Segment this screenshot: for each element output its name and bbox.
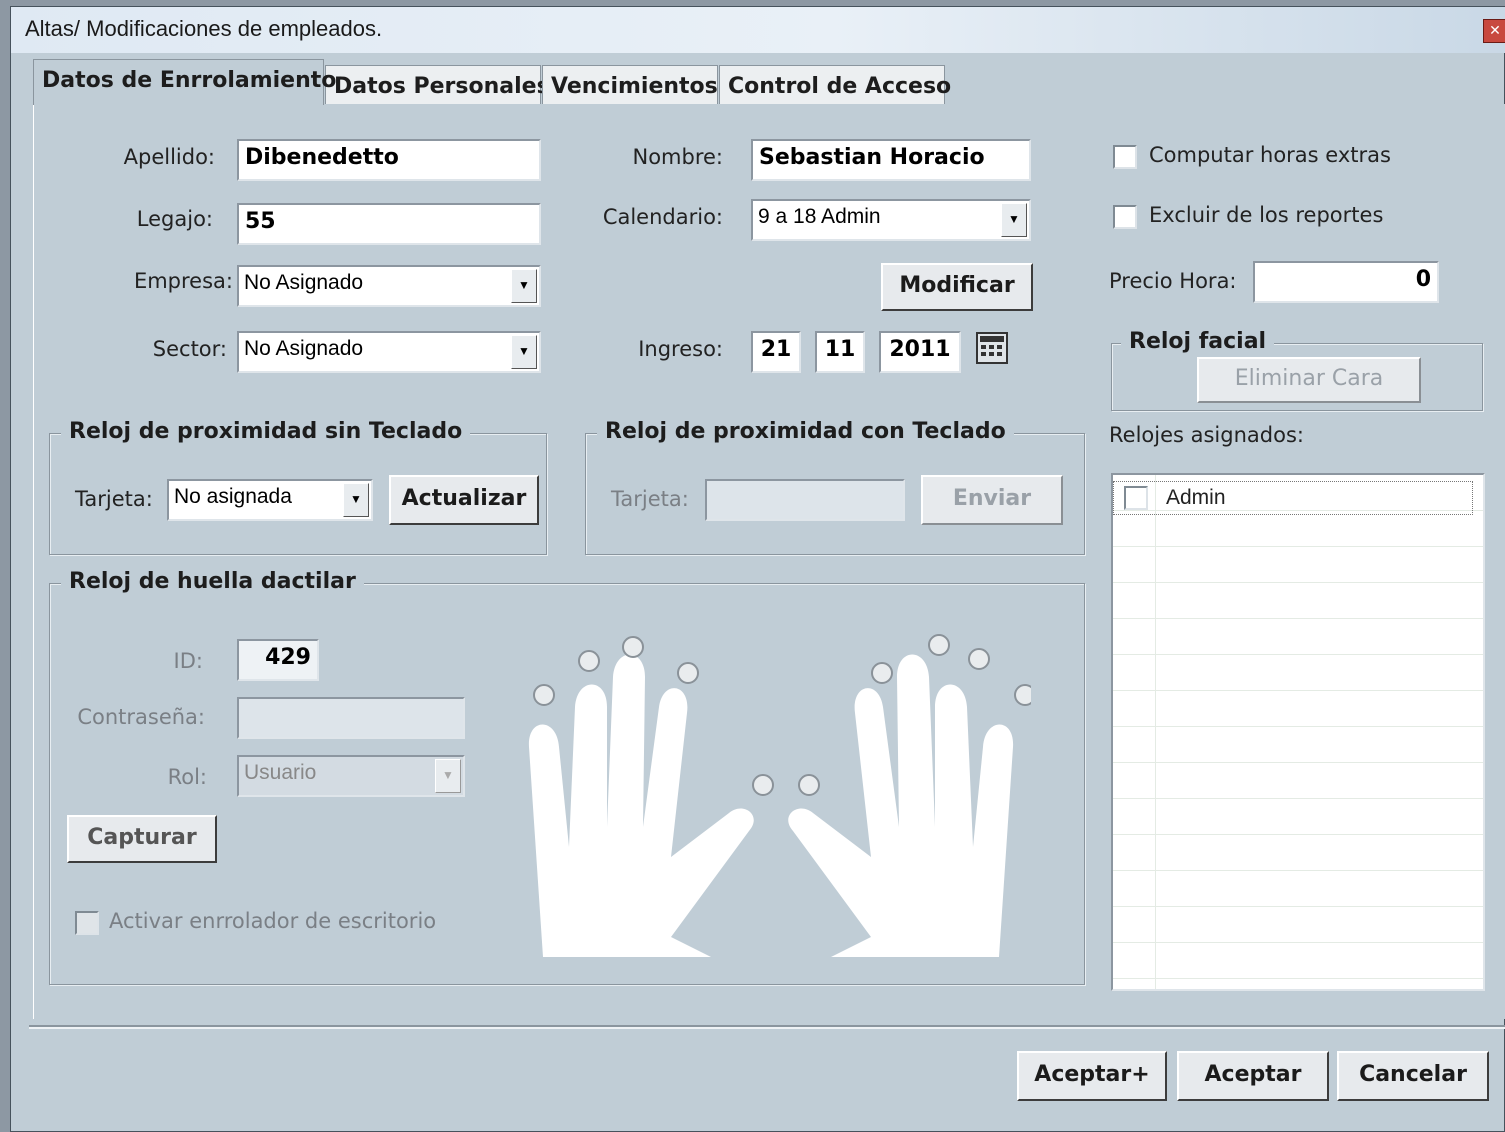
prox-sin-teclado-title: Reloj de proximidad sin Teclado <box>61 419 471 444</box>
ingreso-label: Ingreso: <box>638 337 723 361</box>
apellido-input[interactable]: Dibenedetto <box>237 139 541 181</box>
hands-diagram-icon <box>528 634 1031 957</box>
finger-left-ring[interactable] <box>578 650 600 672</box>
computar-horas-checkbox[interactable] <box>1113 145 1137 169</box>
excluir-reportes-checkbox[interactable] <box>1113 205 1137 229</box>
modificar-button[interactable]: Modificar <box>881 263 1033 311</box>
aceptar-button[interactable]: Aceptar <box>1177 1051 1329 1101</box>
huella-password-input[interactable] <box>237 697 465 739</box>
huella-rol-value: Usuario <box>244 761 317 784</box>
empresa-select[interactable]: No Asignado ▼ <box>237 265 541 307</box>
huella-rol-label: Rol: <box>167 765 207 789</box>
aceptar-plus-button[interactable]: Aceptar+ <box>1017 1051 1167 1101</box>
calendario-value: 9 a 18 Admin <box>758 205 881 228</box>
tab-datos-enrrolamiento[interactable]: Datos de Enrrolamiento <box>33 59 336 105</box>
finger-right-ring[interactable] <box>968 648 990 670</box>
huella-rol-select[interactable]: Usuario ▼ <box>237 755 465 797</box>
computar-horas-label: Computar horas extras <box>1149 143 1391 167</box>
prox-con-tarjeta-label: Tarjeta: <box>611 487 689 511</box>
eliminar-cara-button[interactable]: Eliminar Cara <box>1197 357 1421 403</box>
ingreso-day-input[interactable]: 21 <box>751 331 801 373</box>
list-column-divider <box>1155 475 1156 989</box>
sector-label: Sector: <box>152 337 227 361</box>
capturar-button[interactable]: Capturar <box>67 815 217 863</box>
tab-control-de-acceso[interactable]: Control de Acceso <box>719 65 951 105</box>
actualizar-button[interactable]: Actualizar <box>389 475 539 525</box>
legajo-input[interactable]: 55 <box>237 203 541 245</box>
chevron-down-icon[interactable]: ▼ <box>511 269 537 303</box>
tab-datos-personales[interactable]: Datos Personales <box>325 65 550 105</box>
sector-select[interactable]: No Asignado ▼ <box>237 331 541 373</box>
reloj-facial-title: Reloj facial <box>1121 329 1275 354</box>
chevron-down-icon[interactable]: ▼ <box>343 483 369 517</box>
nombre-input[interactable]: Sebastian Horacio <box>751 139 1031 181</box>
relojes-asignados-label: Relojes asignados: <box>1109 423 1304 447</box>
excluir-reportes-label: Excluir de los reportes <box>1149 203 1384 227</box>
left-hand-icon <box>528 654 754 957</box>
cancelar-button[interactable]: Cancelar <box>1337 1051 1489 1101</box>
chevron-down-icon[interactable]: ▼ <box>511 335 537 369</box>
ingreso-year-input[interactable]: 2011 <box>879 331 961 373</box>
finger-left-index[interactable] <box>677 662 699 684</box>
empresa-label: Empresa: <box>133 269 233 293</box>
relojes-list[interactable]: Admin <box>1111 473 1485 991</box>
precio-hora-input[interactable]: 0 <box>1253 261 1439 303</box>
legajo-label: Legajo: <box>136 207 213 231</box>
ingreso-month-input[interactable]: 11 <box>815 331 865 373</box>
nombre-label: Nombre: <box>632 145 723 169</box>
activar-enrrolador-label: Activar enrrolador de escritorio <box>109 909 437 933</box>
reloj-admin-label: Admin <box>1166 486 1226 509</box>
chevron-down-icon[interactable]: ▼ <box>1001 203 1027 237</box>
prox-sin-tarjeta-label: Tarjeta: <box>75 487 153 511</box>
precio-hora-label: Precio Hora: <box>1109 269 1237 293</box>
finger-left-thumb[interactable] <box>752 774 774 796</box>
window-title: Altas/ Modificaciones de empleados. <box>25 16 383 41</box>
list-item[interactable]: Admin <box>1113 481 1473 515</box>
finger-left-pinky[interactable] <box>533 684 555 706</box>
title-bar: Altas/ Modificaciones de empleados. ✕ <box>11 7 1505 53</box>
prox-sin-tarjeta-select[interactable]: No asignada ▼ <box>167 479 373 521</box>
finger-left-middle[interactable] <box>622 636 644 658</box>
apellido-label: Apellido: <box>123 145 215 169</box>
prox-sin-tarjeta-value: No asignada <box>174 485 292 508</box>
huella-password-label: Contraseña: <box>77 705 205 729</box>
enviar-button[interactable]: Enviar <box>921 475 1063 525</box>
employee-dialog: Altas/ Modificaciones de empleados. ✕ Da… <box>10 6 1505 1132</box>
prox-con-teclado-title: Reloj de proximidad con Teclado <box>597 419 1014 444</box>
empresa-value: No Asignado <box>244 271 364 294</box>
finger-right-index[interactable] <box>871 662 893 684</box>
prox-con-tarjeta-input[interactable] <box>705 479 905 521</box>
close-icon[interactable]: ✕ <box>1483 19 1505 43</box>
sector-value: No Asignado <box>244 337 364 360</box>
calendar-icon[interactable] <box>975 331 1009 365</box>
finger-right-pinky[interactable] <box>1014 684 1031 706</box>
tab-vencimientos[interactable]: Vencimientos <box>542 65 718 105</box>
calendario-select[interactable]: 9 a 18 Admin ▼ <box>751 199 1031 241</box>
finger-right-middle[interactable] <box>928 634 950 656</box>
reloj-admin-checkbox[interactable] <box>1124 486 1148 510</box>
activar-enrrolador-checkbox[interactable] <box>75 911 99 935</box>
chevron-down-icon[interactable]: ▼ <box>435 759 461 793</box>
huella-id-input[interactable]: 429 <box>237 639 319 681</box>
huella-title: Reloj de huella dactilar <box>61 569 364 594</box>
finger-right-thumb[interactable] <box>798 774 820 796</box>
huella-id-label: ID: <box>173 649 203 673</box>
calendario-label: Calendario: <box>602 205 723 229</box>
right-hand-icon <box>788 654 1014 957</box>
footer-separator <box>29 1025 1505 1029</box>
